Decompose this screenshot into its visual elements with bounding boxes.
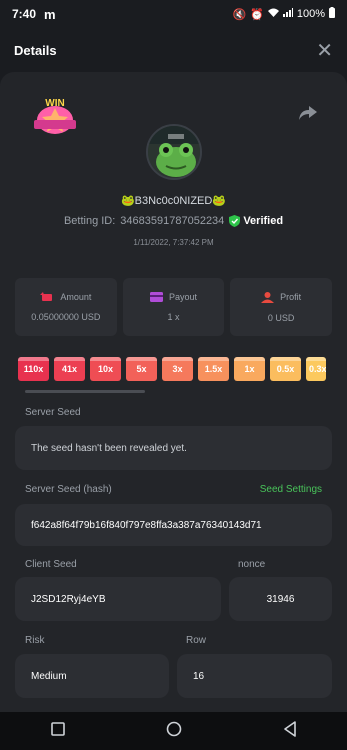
multiplier-chip: 3x [162,357,193,381]
verified-label: Verified [243,215,284,227]
shield-check-icon [229,215,241,227]
stat-payout-label: Payout [168,292,198,302]
risk-label: Risk [25,635,45,646]
seed-settings-link[interactable]: Seed Settings [260,484,322,495]
multiplier-chip: 0.5x [270,357,301,381]
client-seed-label: Client Seed [25,559,77,570]
bet-date: 1/11/2022, 7:37:42 PM [133,238,214,247]
nonce-field[interactable]: 31946 [229,577,332,621]
stats-row: Amount 0.05000000 USD Payout 1 x Profit … [15,278,333,336]
bet-details-sheet: WIN 🐸B3Nc0c0NIZED🐸 Betting ID: 346835917… [0,72,347,712]
back-icon[interactable] [283,720,297,742]
stat-payout-value: 1 x [167,312,180,322]
page-title: Details [14,42,57,58]
wifi-icon [267,8,279,20]
multiplier-chip: 41x [54,357,85,381]
alarm-icon: ⏰ [250,8,264,21]
avatar [146,124,202,180]
betting-id-row: Betting ID: 34683591787052234 Verified [0,215,347,227]
stat-profit-label: Profit [280,292,302,302]
server-seed-field[interactable]: The seed hasn't been revealed yet. [15,426,332,470]
betting-id-value[interactable]: 34683591787052234 [120,215,224,227]
stat-payout: Payout 1 x [122,278,225,336]
system-nav-bar [0,712,347,750]
nonce-label: nonce [238,559,266,570]
details-header: Details ✕ [0,28,347,72]
stat-amount-label: Amount [60,292,92,302]
signal-icon [282,8,293,20]
verified-badge: Verified [229,215,283,227]
mute-icon: 🔇 [232,8,247,21]
stat-amount-value: 0.05000000 USD [31,312,101,322]
home-icon[interactable] [166,721,182,742]
stat-profit: Profit 0 USD [230,278,333,336]
money-wings-icon [40,292,53,301]
win-badge-text: WIN [45,98,64,109]
close-icon[interactable]: ✕ [316,38,333,63]
stat-profit-value: 0 USD [267,312,295,323]
row-label: Row [186,635,207,646]
multiplier-chip: 1x [234,357,265,381]
client-seed-field[interactable]: J2SD12Ryj4eYB [15,577,221,621]
multiplier-chip: 0.3x [306,357,326,381]
battery-level: 100% [296,8,325,20]
stat-amount: Amount 0.05000000 USD [15,278,117,336]
battery-icon [329,7,335,21]
status-icons: 🔇 ⏰ 100% [232,7,335,21]
profit-person-icon [261,291,275,303]
status-time: 7:40 [12,7,37,21]
multiplier-row: 110x 41x 10x 5x 3x 1.5x 1x 0.5x 0.3x [18,357,326,381]
scroll-indicator [25,390,145,393]
status-bar: 7:40 m 🔇 ⏰ 100% [0,0,347,28]
multiplier-chip: 110x [18,357,49,381]
multiplier-chip: 10x [90,357,121,381]
server-seed-hash-label: Server Seed (hash) [25,484,112,495]
win-badge: WIN [28,94,82,138]
app-notification-icon: m [44,6,56,22]
card-icon [149,292,163,302]
multiplier-chip: 1.5x [198,357,229,381]
share-icon[interactable] [299,106,317,125]
server-seed-hash-field[interactable]: f642a8f64f79b16f840f797e8ffa3a387a763401… [15,504,332,546]
username: 🐸B3Nc0c0NIZED🐸 [120,195,227,207]
server-seed-label: Server Seed [25,407,81,418]
risk-field[interactable]: Medium [15,654,169,698]
multiplier-chip: 5x [126,357,157,381]
row-field[interactable]: 16 [177,654,332,698]
recents-icon[interactable] [50,721,65,741]
betting-id-label: Betting ID: [63,215,116,227]
